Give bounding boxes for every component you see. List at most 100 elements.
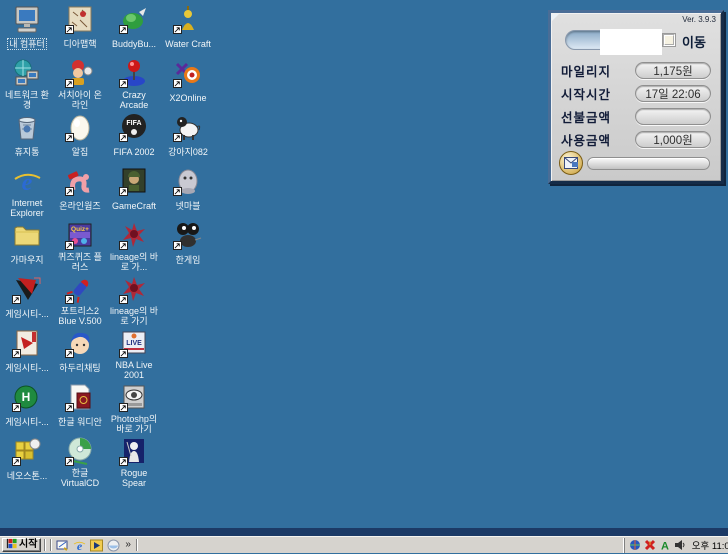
desktop-icon[interactable]: 강아지082 — [162, 112, 214, 166]
svg-text:FIFA: FIFA — [126, 120, 141, 127]
desktop-icon[interactable]: 디아맵핵 — [54, 4, 106, 58]
searcheye-online-icon — [65, 58, 95, 88]
network-globe-icon[interactable] — [629, 539, 642, 552]
desktop-icon[interactable]: 게임시티-... — [1, 274, 53, 328]
desktop-icon[interactable]: 가마우지 — [1, 220, 53, 274]
green-a-icon[interactable]: A — [659, 539, 672, 552]
shortcut-arrow-icon — [65, 403, 74, 412]
desktop-icon[interactable]: Water Craft — [162, 4, 214, 58]
desktop-icon-label: 휴지통 — [14, 147, 41, 157]
shortcut-arrow-icon — [173, 187, 182, 196]
desktop-icon-label: lineage의 바로 가... — [108, 252, 160, 272]
desktop-icon-label: Rogue Spear — [108, 468, 160, 488]
desktop-icon[interactable]: lineage의 바로 가기 — [108, 274, 160, 328]
desktop-icon[interactable]: 게임시티-... — [1, 328, 53, 382]
shortcut-arrow-icon — [65, 187, 74, 196]
quick-launch-area: e — [55, 538, 121, 553]
desktop-icon-label: 하두리채팅 — [58, 363, 101, 373]
folder-icon — [12, 220, 42, 250]
shortcut-arrow-icon — [12, 349, 21, 358]
panel-bottom-button[interactable] — [587, 157, 710, 170]
desktop-icon[interactable]: 한글 워디안 — [54, 382, 106, 436]
red-x-icon[interactable] — [644, 539, 657, 552]
desktop-icon[interactable]: 서치아이 온라인 — [54, 58, 106, 112]
billing-row: 마일리지1,175원 — [561, 59, 711, 82]
shortcut-arrow-icon — [12, 295, 21, 304]
desktop-icon-label: Photoshp의 바로 가기 — [108, 414, 160, 434]
volume-icon[interactable] — [674, 539, 687, 552]
lineage-icon — [119, 274, 149, 304]
desktop-icon[interactable]: 넷마블 — [162, 166, 214, 220]
billing-row-label: 선불금액 — [561, 107, 635, 126]
desktop-icon[interactable]: FIFAFIFA 2002 — [108, 112, 160, 166]
desktop-icon[interactable]: BuddyBu... — [108, 4, 160, 58]
desktop-icon-label: 넷마블 — [175, 201, 202, 211]
billing-row-value — [635, 108, 711, 125]
shortcut-arrow-icon — [119, 79, 128, 88]
panel-corner-notch — [552, 14, 559, 21]
desktop-icon[interactable]: Quiz+퀴즈퀴즈 플러스 — [54, 220, 106, 274]
windows-flag-icon — [6, 536, 17, 554]
alzip-icon — [65, 112, 95, 142]
desktop-icon[interactable]: eInternet Explorer — [1, 166, 53, 220]
user-id-field[interactable] — [565, 30, 651, 50]
desktop-icon-label: NBA Live 2001 — [108, 360, 160, 380]
shortcut-arrow-icon — [119, 403, 128, 412]
desktop-icon[interactable]: Rogue Spear — [108, 436, 160, 490]
neostone-icon — [12, 436, 42, 466]
shortcut-arrow-icon — [119, 241, 128, 250]
desktop-icon[interactable]: X2Online — [162, 58, 214, 112]
desktop-icon[interactable]: 네오스톤... — [1, 436, 53, 490]
message-icon[interactable] — [559, 151, 583, 175]
desktop-icon[interactable]: GameCraft — [108, 166, 160, 220]
desktop-icon[interactable]: 포트리스2 Blue V.500 — [54, 274, 106, 328]
taskbar-clock: 오후 11:06 — [689, 538, 728, 552]
desktop-icon[interactable]: 네트워크 환경 — [1, 58, 53, 112]
desktop-icon-label: 알집 — [71, 147, 90, 157]
desktop-icon[interactable]: 휴지통 — [1, 112, 53, 166]
desktop-icon-label: 네오스톤... — [6, 471, 49, 481]
desktop-icon[interactable]: 하두리채팅 — [54, 328, 106, 382]
media-player-icon[interactable] — [89, 538, 104, 553]
outlook-express-icon[interactable] — [106, 538, 121, 553]
desktop-icon-label: Crazy Arcade — [108, 90, 160, 110]
taskbar: 시작 e » A 오후 11:06 — [0, 536, 728, 553]
network-neighborhood-icon — [12, 58, 42, 88]
shortcut-arrow-icon — [119, 349, 128, 358]
show-desktop-icon[interactable] — [55, 538, 70, 553]
buddybuddy-icon — [119, 4, 149, 34]
desktop-icon[interactable]: 한글 VirtualCD — [54, 436, 106, 490]
desktop-icon[interactable]: H 게임시티-... — [1, 382, 53, 436]
desktop-icon[interactable]: lineage의 바로 가... — [108, 220, 160, 274]
internet-explorer-icon[interactable]: e — [72, 538, 87, 553]
internet-explorer-icon: e — [12, 166, 42, 196]
online-worms-icon — [65, 166, 95, 196]
desktop-icon[interactable]: LIVENBA Live 2001 — [108, 328, 160, 382]
shortcut-arrow-icon — [119, 187, 128, 196]
nba-live-icon: LIVE — [119, 328, 149, 358]
shortcut-arrow-icon — [119, 133, 128, 142]
shortcut-arrow-icon — [119, 457, 128, 466]
desktop-icon[interactable]: 내 컴퓨터 — [1, 4, 53, 58]
desktop-icon[interactable]: 온라인웜즈 — [54, 166, 106, 220]
desktop-icon-label: 한게임 — [175, 255, 202, 265]
billing-row-label: 사용금액 — [561, 130, 635, 149]
move-checkbox[interactable] — [663, 34, 675, 46]
shortcut-arrow-icon — [65, 241, 74, 250]
shortcut-arrow-icon — [65, 457, 74, 466]
shortcut-arrow-icon — [65, 349, 74, 358]
censored-patch — [600, 29, 662, 55]
lineage-icon — [119, 220, 149, 250]
start-button[interactable]: 시작 — [2, 538, 41, 552]
desktop-icon[interactable]: Photoshp의 바로 가기 — [108, 382, 160, 436]
quick-launch-overflow-chevron[interactable]: » — [123, 540, 133, 550]
desktop-icon[interactable]: Crazy Arcade — [108, 58, 160, 112]
desktop-icon-label: 게임시티-... — [4, 417, 50, 427]
gamecity-h-icon: H — [12, 382, 42, 412]
desktop-icon-label: lineage의 바로 가기 — [108, 306, 160, 326]
desktop-icon[interactable]: 알집 — [54, 112, 106, 166]
gamecraft-icon — [119, 166, 149, 196]
shortcut-arrow-icon — [173, 25, 182, 34]
desktop-icon[interactable]: 한게임 — [162, 220, 214, 274]
desktop-icon-label: 게임시티-... — [4, 309, 50, 319]
